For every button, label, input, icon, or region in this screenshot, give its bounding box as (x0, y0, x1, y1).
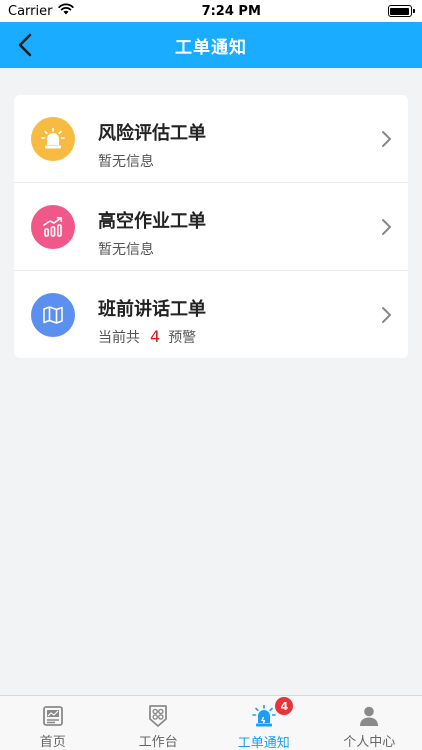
work-order-title: 高空作业工单 (98, 211, 206, 232)
notification-badge: 4 (275, 697, 294, 715)
work-order-item-briefing[interactable]: 班前讲话工单 当前共 4 预警 (14, 270, 408, 357)
tab-label: 个人中心 (343, 735, 396, 750)
alarm-icon (251, 703, 277, 729)
tab-work-order-notice[interactable]: 4 工单通知 (211, 696, 317, 750)
work-order-item-risk[interactable]: 风险评估工单 暂无信息 (14, 95, 408, 182)
trend-chart-icon (31, 205, 75, 249)
battery-icon (387, 5, 415, 17)
alert-count: 4 (150, 327, 161, 346)
chevron-right-icon (382, 307, 391, 323)
tab-label: 工作台 (138, 735, 178, 750)
nav-bar: 工单通知 (0, 22, 422, 68)
tab-label: 首页 (39, 735, 66, 750)
work-order-subtitle: 暂无信息 (98, 154, 154, 170)
wifi-icon (58, 3, 75, 19)
subtitle-prefix: 当前共 (98, 330, 140, 346)
tab-label: 工单通知 (237, 736, 290, 750)
work-order-title: 风险评估工单 (98, 123, 206, 144)
work-order-item-height[interactable]: 高空作业工单 暂无信息 (14, 182, 408, 269)
work-order-subtitle: 当前共 4 预警 (98, 327, 196, 347)
carrier-label: Carrier (8, 3, 53, 19)
page-title: 工单通知 (175, 37, 247, 58)
chevron-right-icon (382, 131, 391, 147)
status-time: 7:24 PM (201, 3, 261, 19)
status-left: Carrier (8, 3, 75, 19)
status-bar: Carrier 7:24 PM (0, 0, 422, 22)
work-order-title: 班前讲话工单 (98, 299, 206, 320)
work-order-subtitle: 暂无信息 (98, 242, 154, 258)
map-icon (31, 293, 75, 337)
work-order-list: 风险评估工单 暂无信息 高空作业工单 暂无信息 班前讲话工单 当前共 4 预警 (14, 95, 408, 358)
tab-bar: 首页 工作台 4 工单通知 个人中心 (0, 695, 422, 750)
tab-profile[interactable]: 个人中心 (317, 696, 422, 750)
chevron-left-icon (18, 33, 32, 57)
alarm-light-icon (31, 117, 75, 161)
subtitle-suffix: 预警 (168, 330, 197, 346)
tab-home[interactable]: 首页 (0, 696, 106, 750)
back-button[interactable] (10, 30, 40, 60)
home-icon (40, 703, 66, 728)
chevron-right-icon (382, 219, 391, 235)
user-icon (356, 703, 382, 728)
workbench-icon (145, 703, 171, 728)
tab-workbench[interactable]: 工作台 (106, 696, 212, 750)
